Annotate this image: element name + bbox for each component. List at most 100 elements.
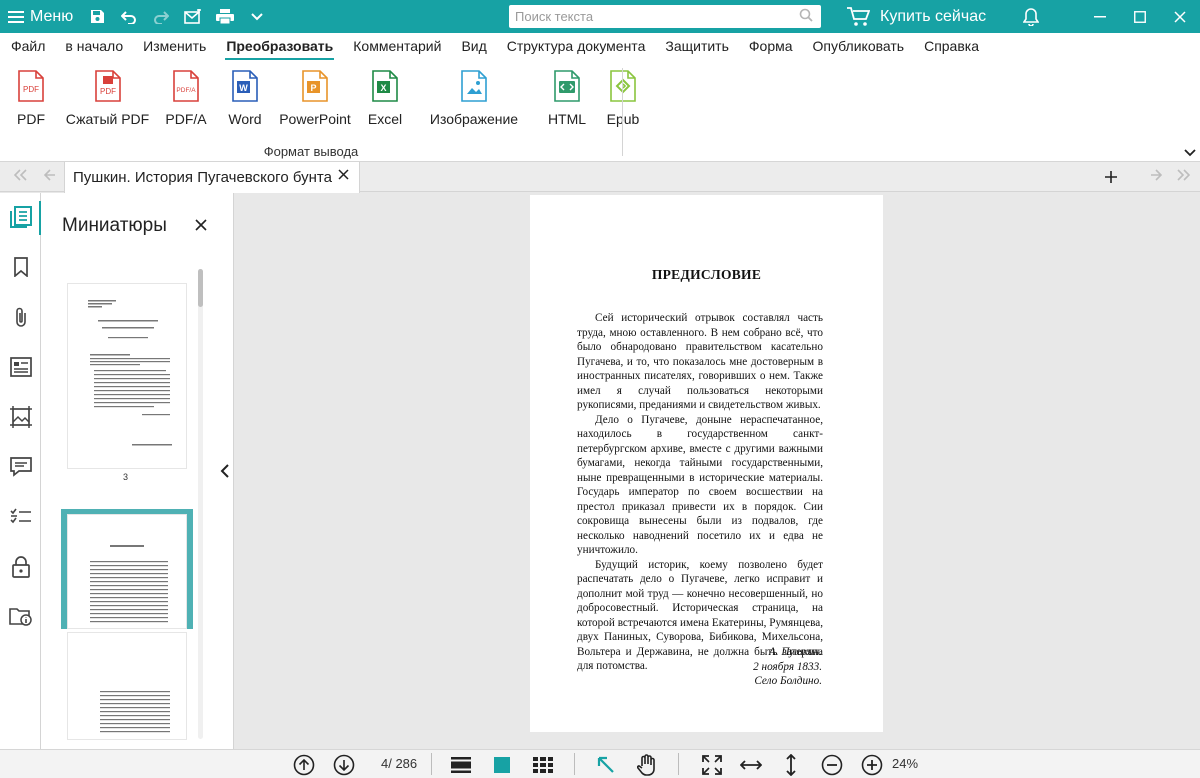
menu-item[interactable]: Вид xyxy=(451,33,496,60)
ribbon-button-label: PDF/A xyxy=(165,111,207,127)
compressed-pdf-icon: PDF xyxy=(94,70,121,107)
menu-item[interactable]: Преобразовать xyxy=(216,33,343,60)
zoom-in-icon[interactable] xyxy=(861,753,883,777)
notification-bell-icon[interactable] xyxy=(1015,0,1047,33)
select-cursor-icon[interactable] xyxy=(597,753,615,777)
signature: А. Пушкин. 2 ноября 1833. Село Болдино. xyxy=(753,645,822,689)
convert-powerpoint-button[interactable]: P PowerPoint xyxy=(271,60,359,130)
first-tab-icon[interactable] xyxy=(13,168,28,184)
prev-tab-icon[interactable] xyxy=(43,168,56,184)
thumbnail-page-number: 3 xyxy=(123,472,129,482)
thumbnails-scrollbar[interactable] xyxy=(198,269,203,739)
page-indicator[interactable]: 4/ 286 xyxy=(381,756,417,771)
menu-label: Меню xyxy=(30,7,74,25)
maximize-icon[interactable] xyxy=(1120,0,1160,33)
next-tab-icon[interactable] xyxy=(1150,168,1163,184)
previous-page-icon[interactable] xyxy=(293,753,315,777)
grid-view-icon[interactable] xyxy=(533,753,553,777)
menu-item[interactable]: Защитить xyxy=(655,33,739,60)
thumbnail-page-3[interactable] xyxy=(68,284,186,468)
svg-text:PDF/A: PDF/A xyxy=(176,87,196,94)
search-box[interactable] xyxy=(509,5,821,28)
hand-tool-icon[interactable] xyxy=(637,753,657,777)
checklist-icon[interactable] xyxy=(0,497,41,537)
add-tab-icon[interactable] xyxy=(1105,167,1117,188)
signature-date: 2 ноября 1833. xyxy=(753,660,822,673)
collapse-panel-icon[interactable] xyxy=(220,462,230,483)
single-page-view-icon[interactable] xyxy=(451,753,471,777)
menu-item[interactable]: Форма xyxy=(739,33,803,60)
lock-icon[interactable] xyxy=(0,547,41,587)
close-tab-icon[interactable] xyxy=(338,167,349,185)
menu-bar: Файл в начало Изменить Преобразовать Коммент… xyxy=(0,33,1200,60)
tab-document-title: Пушкин. История Пугачевского бунта xyxy=(73,169,332,186)
signature-place: Село Болдино. xyxy=(754,675,822,687)
thumbnail-page-5[interactable] xyxy=(68,633,186,739)
ribbon-button-label: HTML xyxy=(547,111,587,127)
chevron-down-icon[interactable] xyxy=(241,0,273,33)
menu-item[interactable]: Файл xyxy=(1,33,55,60)
email-icon[interactable] xyxy=(177,0,209,33)
print-icon[interactable] xyxy=(209,0,241,33)
paragraph: Сей исторический отрывок составлял часть… xyxy=(577,312,823,411)
thumbnails-title: Миниатюры xyxy=(62,215,167,236)
convert-сжатый-pdf-button[interactable]: PDF Сжатый PDF xyxy=(62,60,153,130)
convert-excel-button[interactable]: X Excel xyxy=(359,60,411,130)
thumbnails-panel: Миниатюры 3 xyxy=(41,193,234,749)
powerpoint-icon: P xyxy=(302,70,328,107)
buy-now-button[interactable]: Купить сейчас xyxy=(846,0,986,33)
ribbon-button-label: Word xyxy=(228,111,262,127)
convert-html-button[interactable]: HTML xyxy=(537,60,597,130)
convert-word-button[interactable]: W Word xyxy=(219,60,271,130)
search-input[interactable] xyxy=(515,6,795,27)
close-window-icon[interactable] xyxy=(1160,0,1200,33)
convert-epub-button[interactable]: Epub xyxy=(597,60,649,130)
svg-text:P: P xyxy=(310,83,316,93)
thumbnail-page-4[interactable] xyxy=(68,515,186,628)
document-viewer[interactable]: ПРЕДИСЛОВИЕ Сей исторический отрывок сос… xyxy=(235,193,1200,749)
save-icon[interactable] xyxy=(81,0,113,33)
ribbon-button-label: Excel xyxy=(367,111,403,127)
bookmark-icon[interactable] xyxy=(0,247,41,287)
title-bar: Меню Купить сейчас xyxy=(0,0,1200,33)
thumbnails-panel-icon[interactable] xyxy=(0,197,41,237)
undo-icon[interactable] xyxy=(113,0,145,33)
menu-item[interactable]: Опубликовать xyxy=(803,33,915,60)
menu-item[interactable]: Комментарий xyxy=(343,33,451,60)
pdfa-icon: PDF/A xyxy=(173,70,199,107)
fit-height-icon[interactable] xyxy=(784,753,798,777)
fit-page-view-icon[interactable] xyxy=(494,753,510,777)
menu-button[interactable]: Меню xyxy=(0,0,81,33)
menu-item[interactable]: Структура документа xyxy=(497,33,656,60)
ribbon-separator xyxy=(622,68,623,156)
convert-pdf-button[interactable]: PDF PDF xyxy=(0,60,62,130)
document-info-icon[interactable] xyxy=(0,597,41,637)
form-fields-icon[interactable] xyxy=(0,347,41,387)
minimize-icon[interactable] xyxy=(1080,0,1120,33)
redo-icon[interactable] xyxy=(145,0,177,33)
cart-icon xyxy=(847,6,870,26)
svg-text:W: W xyxy=(239,83,248,93)
ribbon-collapse-icon[interactable] xyxy=(1184,144,1196,160)
comments-icon[interactable] xyxy=(0,447,41,487)
search-icon[interactable] xyxy=(799,8,813,27)
last-tab-icon[interactable] xyxy=(1176,168,1191,184)
convert-изображение-button[interactable]: Изображение xyxy=(411,60,537,130)
zoom-out-icon[interactable] xyxy=(821,753,843,777)
menu-item[interactable]: Справка xyxy=(914,33,989,60)
image-icon xyxy=(461,70,487,107)
close-panel-icon[interactable] xyxy=(195,215,207,236)
next-page-icon[interactable] xyxy=(333,753,355,777)
menu-item[interactable]: Изменить xyxy=(133,33,216,60)
svg-text:X: X xyxy=(380,83,386,93)
tab-document[interactable]: Пушкин. История Пугачевского бунта xyxy=(64,162,360,193)
convert-pdf-a-button[interactable]: PDF/A PDF/A xyxy=(153,60,219,130)
attachment-icon[interactable] xyxy=(0,297,41,337)
fullscreen-icon[interactable] xyxy=(702,753,722,777)
fit-width-icon[interactable] xyxy=(740,753,762,777)
menu-item[interactable]: в начало xyxy=(55,33,133,60)
image-gallery-icon[interactable] xyxy=(0,397,41,437)
ribbon-button-label: Сжатый PDF xyxy=(65,111,150,127)
zoom-level[interactable]: 24% xyxy=(892,756,918,771)
scrollbar-thumb[interactable] xyxy=(198,269,203,307)
